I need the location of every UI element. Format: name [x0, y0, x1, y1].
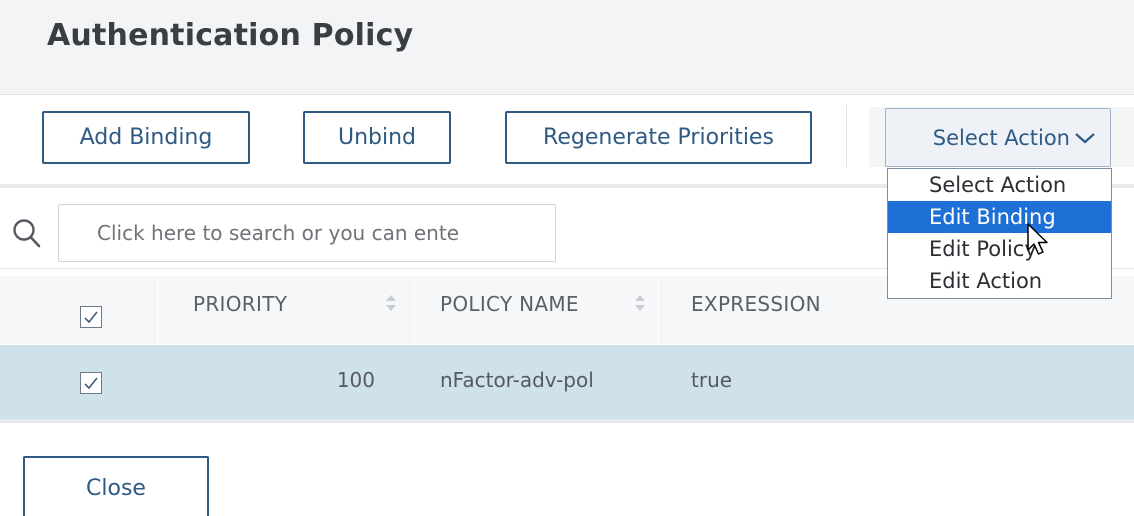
page-title: Authentication Policy — [47, 18, 414, 53]
menu-item-edit-action[interactable]: Edit Action — [888, 265, 1111, 297]
column-separator — [658, 276, 659, 344]
regenerate-priorities-button[interactable]: Regenerate Priorities — [505, 111, 812, 164]
check-icon — [84, 311, 98, 324]
toolbar-separator — [846, 105, 847, 167]
search-input[interactable] — [58, 204, 556, 262]
unbind-button[interactable]: Unbind — [303, 111, 451, 164]
select-action-menu: Select Action Edit Binding Edit Policy E… — [887, 168, 1112, 299]
menu-item-edit-binding[interactable]: Edit Binding — [888, 201, 1111, 233]
add-binding-button[interactable]: Add Binding — [42, 111, 250, 164]
mouse-pointer-icon — [1026, 222, 1050, 262]
select-action-dropdown[interactable]: Select Action — [885, 108, 1111, 167]
select-action-label: Select Action — [932, 125, 1070, 150]
menu-item-edit-policy[interactable]: Edit Policy — [888, 233, 1111, 265]
chevron-down-icon — [1074, 131, 1096, 145]
column-header-expression[interactable]: EXPRESSION — [691, 292, 821, 316]
cell-policy-name: nFactor-adv-pol — [440, 368, 594, 392]
sort-icon[interactable] — [385, 292, 397, 318]
column-header-priority[interactable]: PRIORITY — [193, 292, 287, 316]
column-header-policy-name[interactable]: POLICY NAME — [440, 292, 579, 316]
cell-expression: true — [691, 368, 733, 392]
cell-priority: 100 — [336, 368, 375, 392]
column-separator — [157, 276, 158, 344]
sort-icon[interactable] — [634, 292, 646, 318]
column-separator — [414, 276, 415, 344]
menu-item-select-action[interactable]: Select Action — [888, 169, 1111, 201]
search-icon[interactable] — [12, 218, 42, 254]
table-bottom-divider — [0, 419, 1134, 423]
select-all-checkbox[interactable] — [80, 306, 102, 328]
header-divider — [0, 94, 1134, 95]
close-button[interactable]: Close — [23, 456, 209, 516]
